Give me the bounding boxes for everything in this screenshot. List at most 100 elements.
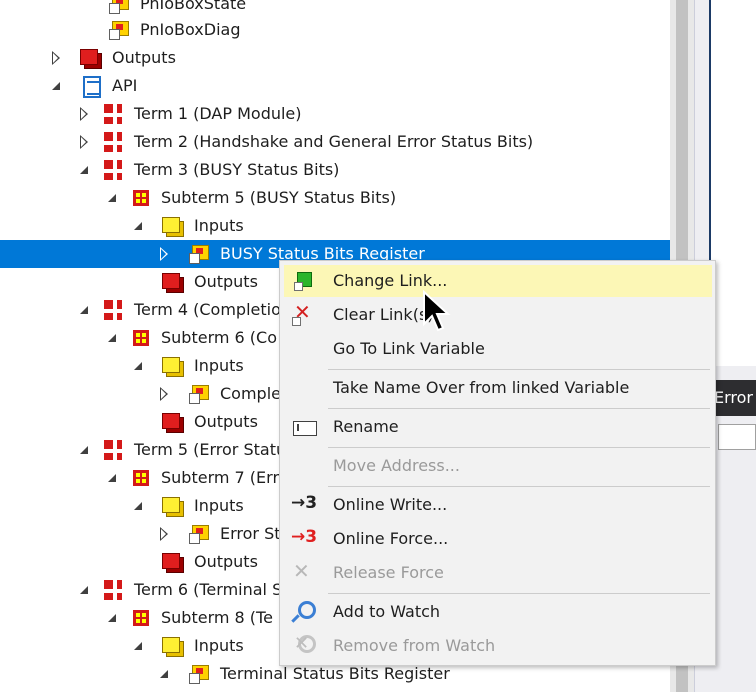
menu-item-label: Online Write... (333, 495, 448, 514)
tree-item-label: Outputs (112, 48, 176, 67)
menu-separator (328, 486, 710, 487)
variable-icon (188, 663, 210, 685)
tree-item-subterm-5[interactable]: Subterm 5 (BUSY Status Bits) (0, 184, 670, 212)
outputs-icon (162, 551, 184, 573)
collapse-arrow-icon[interactable] (104, 464, 120, 492)
tree-item-term-1[interactable]: Term 1 (DAP Module) (0, 100, 670, 128)
api-icon (80, 75, 102, 98)
menu-item-change-link[interactable]: Change Link... (284, 265, 712, 297)
editor-frame (709, 0, 756, 366)
menu-item-label: Rename (333, 417, 399, 436)
menu-item-move-address[interactable]: Move Address... (284, 450, 712, 482)
outputs-icon (162, 271, 184, 293)
tree-item-label: Subterm 7 (Err (161, 468, 280, 487)
tree-item-label: API (112, 76, 138, 95)
tree-item-label: Outputs (194, 272, 258, 291)
change-link-icon (284, 265, 328, 297)
tree-item-label: PnIoBoxDiag (140, 20, 241, 39)
collapse-arrow-icon[interactable] (48, 72, 64, 100)
menu-item-label: Clear Link(s) (333, 305, 434, 324)
variable-icon (108, 0, 130, 15)
collapse-arrow-icon[interactable] (130, 352, 146, 380)
menu-item-online-force[interactable]: →3 Online Force... (284, 523, 712, 555)
variable-icon (188, 523, 210, 545)
menu-separator (328, 408, 710, 409)
menu-item-take-name-over[interactable]: Take Name Over from linked Variable (284, 372, 712, 404)
tree-item-label: Term 6 (Terminal S (134, 580, 283, 599)
menu-separator (328, 447, 710, 448)
menu-item-label: Add to Watch (333, 602, 441, 621)
menu-item-clear-links[interactable]: Clear Link(s) (284, 299, 712, 331)
menu-item-release-force[interactable]: Release Force (284, 557, 712, 589)
variable-icon (188, 383, 210, 405)
menu-item-rename[interactable]: Rename (284, 411, 712, 443)
expand-arrow-icon[interactable] (76, 128, 92, 156)
collapse-arrow-icon[interactable] (156, 660, 172, 688)
collapse-arrow-icon[interactable] (104, 604, 120, 632)
term-icon (104, 132, 122, 152)
expand-arrow-icon[interactable] (156, 240, 172, 268)
tree-item-label: Outputs (194, 552, 258, 571)
error-panel-field[interactable] (718, 424, 756, 450)
tree-item-label: Term 3 (BUSY Status Bits) (134, 160, 340, 179)
tree-item-label: Term 5 (Error Statu (134, 440, 287, 459)
subterm-icon (133, 190, 149, 206)
tree-item-api[interactable]: API (0, 72, 670, 100)
tree-item-pniboxdiag[interactable]: PnIoBoxDiag (0, 16, 670, 44)
tree-item-term-2[interactable]: Term 2 (Handshake and General Error Stat… (0, 128, 670, 156)
outputs-icon (80, 47, 102, 69)
context-menu[interactable]: Change Link... Clear Link(s) Go To Link … (279, 260, 716, 666)
menu-item-label: Move Address... (333, 456, 460, 475)
tree-item-label: Inputs (194, 216, 244, 235)
tree-item-label: Term 2 (Handshake and General Error Stat… (134, 132, 534, 151)
menu-separator (328, 369, 710, 370)
expand-arrow-icon[interactable] (48, 44, 64, 72)
menu-item-online-write[interactable]: →3 Online Write... (284, 489, 712, 521)
expand-arrow-icon[interactable] (76, 100, 92, 128)
term-icon (104, 300, 122, 320)
menu-separator (328, 593, 710, 594)
collapse-arrow-icon[interactable] (76, 296, 92, 324)
collapse-arrow-icon[interactable] (104, 324, 120, 352)
variable-icon (108, 19, 130, 41)
add-watch-icon (284, 596, 328, 628)
inputs-icon (162, 355, 184, 377)
collapse-arrow-icon[interactable] (104, 184, 120, 212)
menu-item-label: Go To Link Variable (333, 339, 485, 358)
menu-item-label: Take Name Over from linked Variable (333, 378, 630, 397)
inputs-icon (162, 635, 184, 657)
collapse-arrow-icon[interactable] (76, 576, 92, 604)
tree-item-outputs[interactable]: Outputs (0, 44, 670, 72)
menu-item-go-to-link-variable[interactable]: Go To Link Variable (284, 333, 712, 365)
tree-item-label: Subterm 8 (Te (161, 608, 273, 627)
menu-item-remove-from-watch[interactable]: Remove from Watch (284, 630, 712, 662)
tree-item-label: Inputs (194, 636, 244, 655)
term-icon (104, 104, 122, 124)
clear-link-icon (284, 299, 328, 331)
inputs-icon (162, 215, 184, 237)
remove-watch-icon (284, 630, 328, 662)
tree-item-label: Comple (220, 384, 281, 403)
tree-item-label: Term 1 (DAP Module) (134, 104, 302, 123)
tree-item-label: Subterm 6 (Co (161, 328, 278, 347)
menu-item-label: Online Force... (333, 529, 449, 548)
menu-item-label: Release Force (333, 563, 444, 582)
term-icon (104, 440, 122, 460)
subterm-icon (133, 610, 149, 626)
collapse-arrow-icon[interactable] (76, 436, 92, 464)
collapse-arrow-icon[interactable] (76, 156, 92, 184)
collapse-arrow-icon[interactable] (130, 492, 146, 520)
subterm-icon (133, 330, 149, 346)
tree-item-term-3[interactable]: Term 3 (BUSY Status Bits) (0, 156, 670, 184)
tree-item-label: Error St (220, 524, 281, 543)
tree-item-inputs[interactable]: Inputs (0, 212, 670, 240)
collapse-arrow-icon[interactable] (130, 212, 146, 240)
outputs-icon (162, 411, 184, 433)
mouse-pointer-icon (423, 290, 451, 332)
collapse-arrow-icon[interactable] (130, 632, 146, 660)
tree-item-label: Term 4 (Completio (134, 300, 281, 319)
expand-arrow-icon[interactable] (156, 380, 172, 408)
expand-arrow-icon[interactable] (156, 520, 172, 548)
menu-item-add-to-watch[interactable]: Add to Watch (284, 596, 712, 628)
online-force-icon: →3 (291, 527, 318, 547)
